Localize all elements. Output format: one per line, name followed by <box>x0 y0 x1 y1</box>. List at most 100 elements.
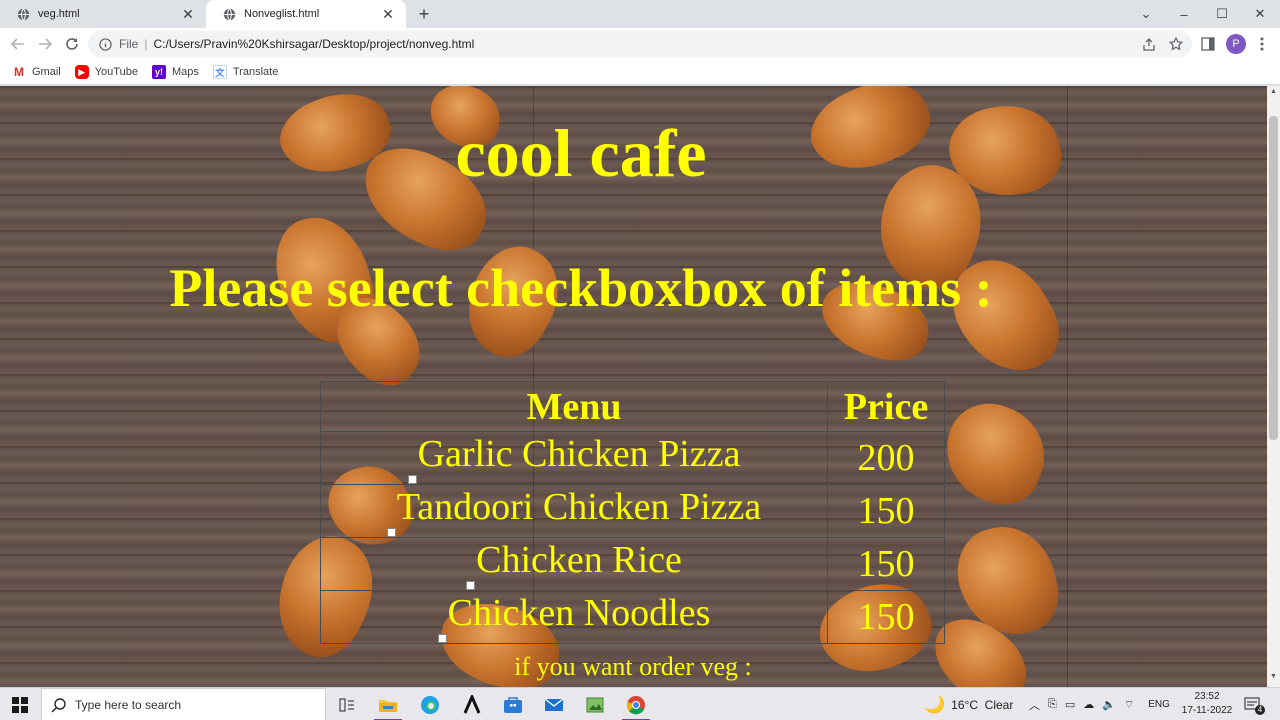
tab-title: Nonveglist.html <box>244 8 320 20</box>
bookmark-gmail[interactable]: M Gmail <box>12 65 61 79</box>
youtube-icon: ▶ <box>74 65 89 79</box>
table-row: Chicken Noodles 150 <box>320 590 945 644</box>
item-checkbox[interactable] <box>386 528 396 537</box>
scrollbar-thumb[interactable] <box>1269 116 1278 440</box>
table-header-row: Menu Price <box>320 381 945 432</box>
browser-toolbar: File | C:/Users/Pravin%20Kshirsagar/Desk… <box>0 28 1280 60</box>
bookmark-label: Maps <box>171 66 199 78</box>
bookmark-label: Translate <box>232 66 279 78</box>
item-checkbox[interactable] <box>437 634 447 643</box>
tab-strip: veg.html ✕ Nonveglist.html ✕ + ⌄ – ☐ ✕ <box>0 0 1280 28</box>
forward-icon[interactable] <box>35 34 55 54</box>
bookmark-star-icon[interactable] <box>1166 34 1186 54</box>
table-row: Tandoori Chicken Pizza 150 <box>320 484 945 538</box>
bookmark-translate[interactable]: 文 Translate <box>212 65 279 79</box>
cafe-title: cool cafe <box>455 115 707 191</box>
item-checkbox[interactable] <box>407 475 417 484</box>
back-icon[interactable] <box>8 34 28 54</box>
menu-kebab-icon[interactable] <box>1252 34 1272 54</box>
reload-icon[interactable] <box>62 34 82 54</box>
edge-icon[interactable] <box>410 688 450 720</box>
tab-veg[interactable]: veg.html ✕ <box>0 0 206 28</box>
profile-avatar[interactable]: P <box>1226 34 1246 54</box>
chevron-up-icon[interactable]: ︿ <box>1029 697 1040 713</box>
item-checkbox[interactable] <box>466 581 476 590</box>
file-explorer-icon[interactable] <box>368 688 408 720</box>
language-indicator[interactable]: ENG <box>1148 699 1170 710</box>
clock[interactable]: 23:52 17-11-2022 <box>1178 690 1236 718</box>
url-scheme: File <box>119 37 139 51</box>
weather-widget[interactable]: 🌙 16°C Clear <box>924 688 1013 720</box>
url-text[interactable]: C:/Users/Pravin%20Kshirsagar/Desktop/pro… <box>153 37 474 51</box>
price-cell: 150 <box>827 537 945 591</box>
menu-item-cell: Garlic Chicken Pizza <box>320 431 828 485</box>
start-button[interactable] <box>0 688 40 720</box>
menu-item-cell: Tandoori Chicken Pizza <box>320 484 828 538</box>
notifications-button[interactable]: 4 <box>1244 688 1265 720</box>
menu-item-name: Chicken Rice <box>476 539 682 581</box>
menu-item-cell: Chicken Noodles <box>320 590 828 644</box>
bookmark-youtube[interactable]: ▶ YouTube <box>74 65 138 79</box>
page-viewport: cool cafe Please select checkboxbox of i… <box>0 86 1267 687</box>
info-icon[interactable] <box>99 37 112 51</box>
tab-nonveglist[interactable]: Nonveglist.html ✕ <box>206 0 406 28</box>
battery-icon[interactable]: ▭ <box>1065 698 1075 711</box>
app-a-icon[interactable] <box>452 688 492 720</box>
menu-item-name: Tandoori Chicken Pizza <box>396 486 762 528</box>
task-view-icon[interactable] <box>327 688 367 720</box>
header-menu: Menu <box>320 381 828 432</box>
table-row: Chicken Rice 150 <box>320 537 945 591</box>
bookmark-maps[interactable]: y! Maps <box>151 65 199 79</box>
close-window-button[interactable]: ✕ <box>1241 0 1279 28</box>
globe-icon <box>17 7 30 21</box>
address-bar[interactable]: File | C:/Users/Pravin%20Kshirsagar/Desk… <box>88 31 1192 57</box>
page-content: cool cafe Please select checkboxbox of i… <box>0 86 1267 687</box>
scroll-up-icon[interactable]: ▲ <box>1267 88 1280 100</box>
clock-time: 23:52 <box>1194 691 1220 702</box>
search-icon <box>51 697 66 712</box>
price-cell: 200 <box>827 431 945 485</box>
store-icon[interactable] <box>493 688 533 720</box>
windows-taskbar: Type here to search 🌙 16°C Clear ︿ ⎘ ▭ ☁… <box>0 687 1280 720</box>
wifi-icon[interactable]: ⌔ <box>1124 698 1134 712</box>
weather-text: 16°C Clear <box>951 697 1014 712</box>
share-icon[interactable] <box>1139 34 1159 54</box>
scroll-down-icon[interactable]: ▼ <box>1267 673 1280 685</box>
minimize-button[interactable]: – <box>1165 0 1203 28</box>
vertical-scrollbar[interactable]: ▲ ▼ <box>1267 86 1280 687</box>
bookmark-label: Gmail <box>32 66 61 78</box>
maximize-button[interactable]: ☐ <box>1203 0 1241 28</box>
network-icon[interactable]: ⎘ <box>1048 698 1057 711</box>
menu-item-name: Chicken Noodles <box>447 592 711 634</box>
photo-editor-icon[interactable] <box>575 688 615 720</box>
search-placeholder: Type here to search <box>75 697 182 712</box>
windows-logo-icon <box>12 696 28 713</box>
notification-count: 4 <box>1255 705 1265 715</box>
tab-title: veg.html <box>38 8 80 20</box>
header-price: Price <box>827 381 945 432</box>
close-tab-icon[interactable]: ✕ <box>180 6 196 22</box>
mail-icon[interactable] <box>534 688 574 720</box>
translate-icon: 文 <box>212 65 227 79</box>
price-cell: 150 <box>827 484 945 538</box>
side-panel-icon[interactable] <box>1198 34 1218 54</box>
url-separator: | <box>144 37 148 51</box>
moon-icon: 🌙 <box>924 694 946 714</box>
gmail-icon: M <box>12 65 26 79</box>
tab-search-chevron-icon[interactable]: ⌄ <box>1127 0 1165 28</box>
menu-item-cell: Chicken Rice <box>320 537 828 591</box>
bookmark-label: YouTube <box>94 66 138 78</box>
bookmarks-bar: M Gmail ▶ YouTube y! Maps 文 Translate <box>0 60 1280 85</box>
price-cell: 150 <box>827 590 945 644</box>
globe-icon <box>223 7 236 21</box>
yahoo-icon: y! <box>151 65 166 79</box>
close-tab-icon[interactable]: ✕ <box>380 6 396 22</box>
volume-icon[interactable]: 🔈 <box>1102 698 1116 711</box>
new-tab-button[interactable]: + <box>414 4 434 24</box>
table-row: Garlic Chicken Pizza 200 <box>320 431 945 485</box>
system-tray: ︿ ⎘ ▭ ☁ 🔈 ⌔ ENG <box>1029 688 1170 720</box>
onedrive-icon[interactable]: ☁ <box>1083 698 1094 711</box>
taskbar-search[interactable]: Type here to search <box>41 688 326 720</box>
veg-order-prompt: if you want order veg : <box>514 652 752 681</box>
chrome-icon[interactable] <box>616 688 656 720</box>
